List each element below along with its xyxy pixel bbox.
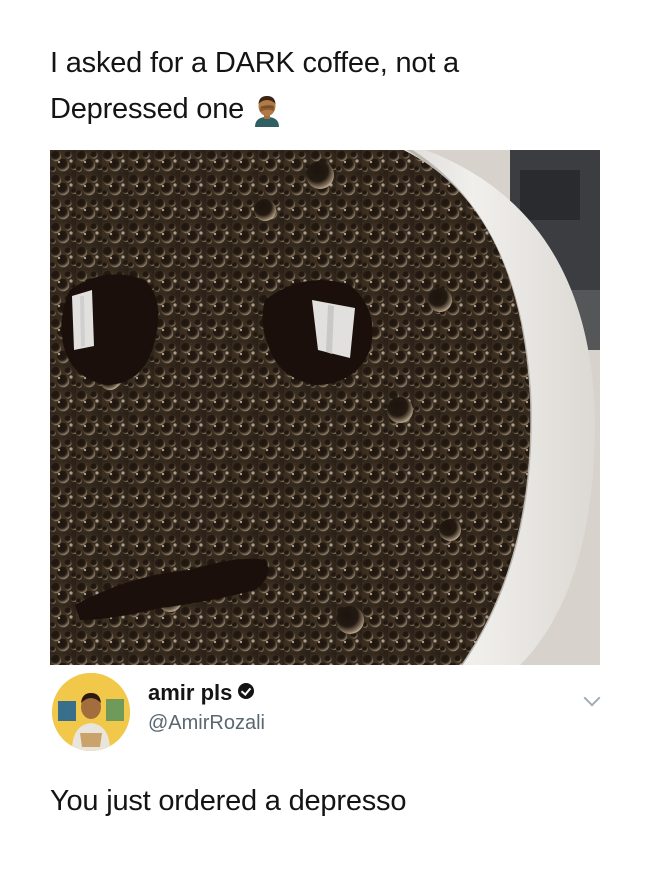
reply-tweet[interactable]: amir pls @AmirRozali You just ordered a … bbox=[50, 670, 601, 870]
verified-badge-icon bbox=[238, 683, 255, 699]
post-text: I asked for a DARK coffee, not a Depress… bbox=[50, 40, 590, 132]
post-text-line-2: Depressed one bbox=[50, 86, 590, 132]
display-name-label[interactable]: amir pls bbox=[148, 680, 232, 705]
coffee-photo[interactable] bbox=[50, 150, 600, 665]
display-name[interactable]: amir pls bbox=[148, 680, 255, 706]
chevron-down-icon[interactable] bbox=[583, 689, 601, 707]
post-text-line-1: I asked for a DARK coffee, not a bbox=[50, 47, 459, 79]
user-handle[interactable]: @AmirRozali bbox=[148, 712, 265, 735]
avatar[interactable] bbox=[52, 673, 130, 751]
reply-text: You just ordered a depresso bbox=[50, 785, 407, 817]
coffee-cup-image bbox=[50, 150, 600, 665]
post-text-line-2-label: Depressed one bbox=[50, 93, 245, 125]
man-facepalming-emoji-icon bbox=[252, 93, 282, 128]
